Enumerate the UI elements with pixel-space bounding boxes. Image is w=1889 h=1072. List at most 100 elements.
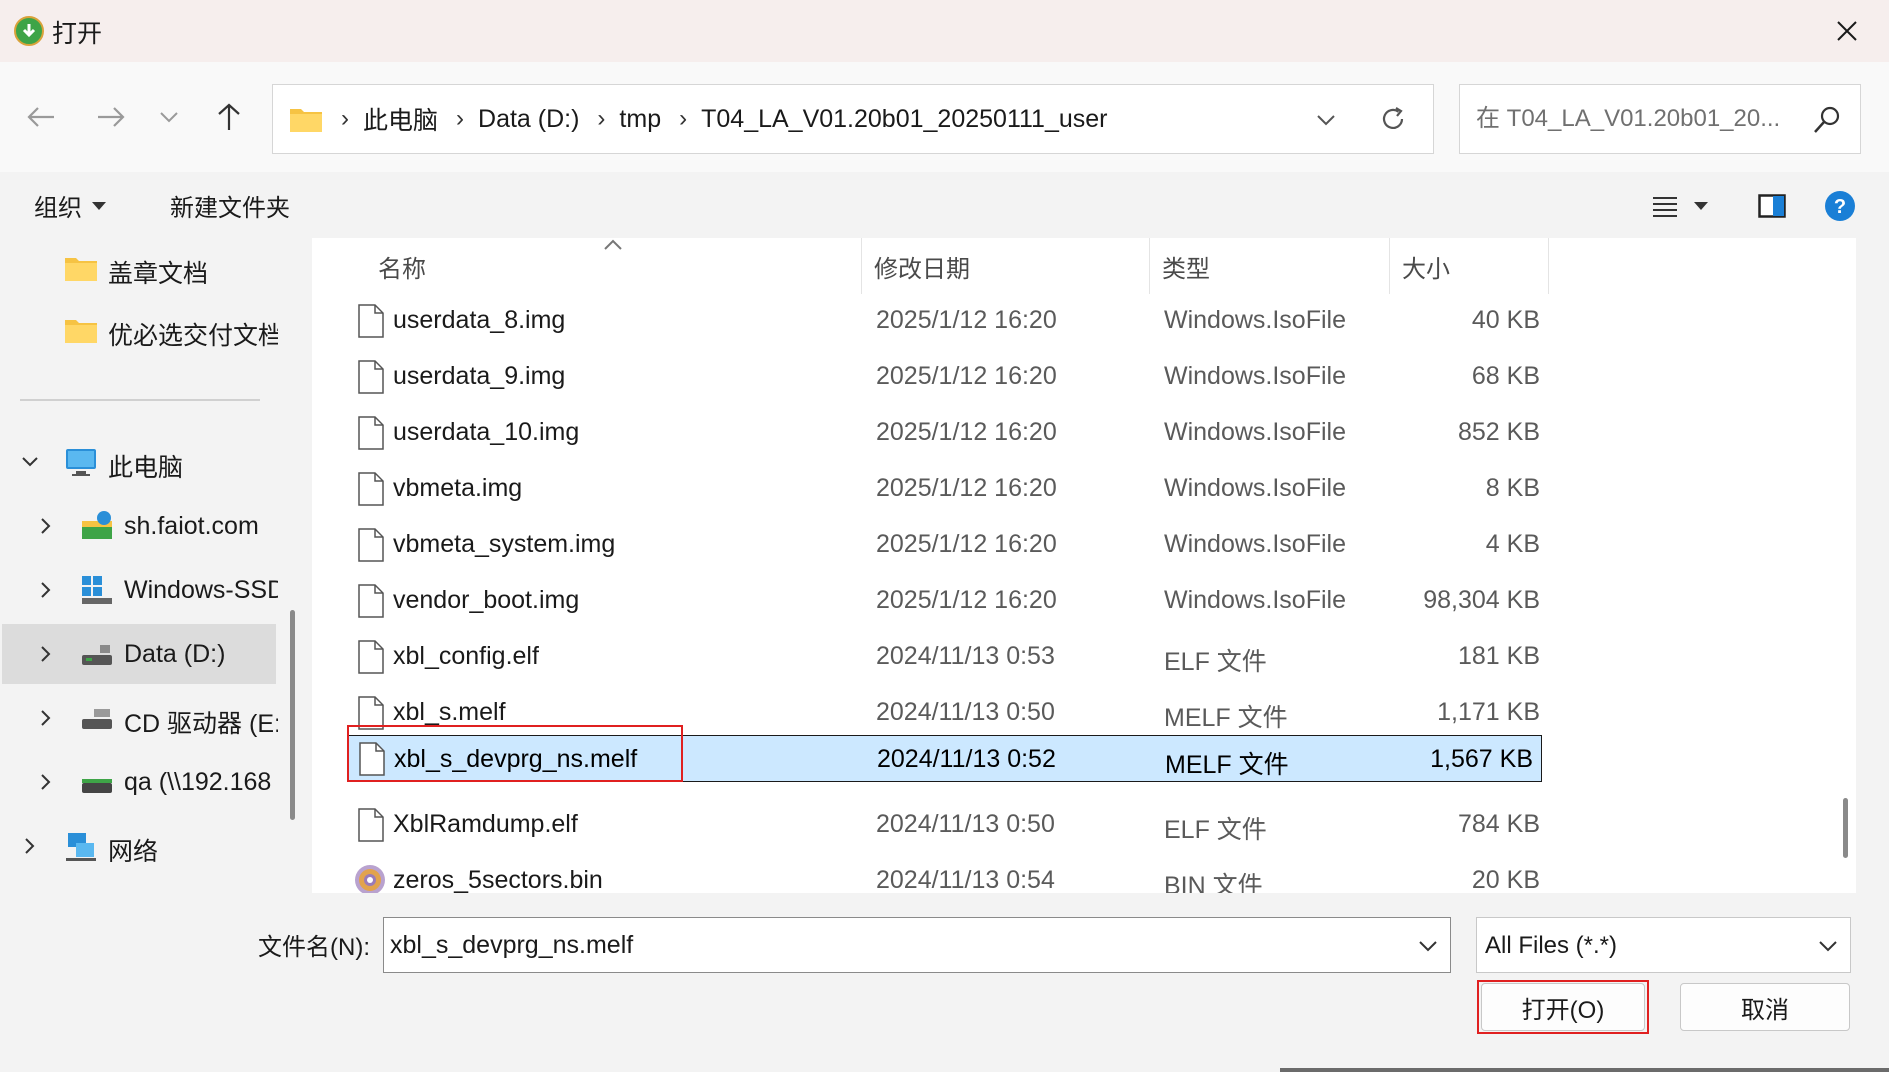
help-button[interactable]: ? [1820,186,1860,226]
arrow-up-icon [218,103,240,130]
column-header-date[interactable]: 修改日期 [874,238,1144,294]
file-icon [358,584,384,618]
chevron-right-icon[interactable] [20,836,40,856]
arrow-left-icon [27,107,54,127]
network-share-icon [82,779,112,793]
help-icon: ? [1825,191,1855,221]
file-name: vbmeta.img [393,474,523,502]
search-box[interactable] [1459,84,1861,154]
file-size: 8 KB [1485,474,1540,502]
preview-pane-button[interactable] [1752,186,1792,226]
file-size: 852 KB [1457,418,1540,446]
file-icon [358,640,384,674]
table-row[interactable]: userdata_8.img 2025/1/12 16:20 Windows.I… [348,294,1548,350]
table-row[interactable]: vbmeta_system.img 2025/1/12 16:20 Window… [348,518,1548,574]
address-bar[interactable]: › 此电脑 › Data (D:) › tmp › T04_LA_V01.20b… [272,84,1434,154]
breadcrumb-tmp[interactable]: tmp [619,105,661,134]
column-divider[interactable] [861,238,862,294]
column-header-size[interactable]: 大小 [1402,238,1552,294]
table-row[interactable]: userdata_10.img 2025/1/12 16:20 Windows.… [348,406,1548,462]
up-button[interactable] [202,90,256,144]
nav-item-network[interactable]: 网络 [0,816,282,876]
file-date: 2025/1/12 16:20 [876,586,1057,614]
table-row[interactable]: zeros_5sectors.bin 2024/11/13 0:54 BIN 文… [348,854,1548,893]
nav-item-delivery-docs[interactable]: 优必选交付文档 [0,300,282,360]
file-type: Windows.IsoFile [1164,306,1346,334]
search-icon [1814,106,1840,133]
chevron-down-icon[interactable] [20,452,40,472]
file-type: MELF 文件 [1164,704,1288,732]
folder-icon [289,105,323,133]
nav-item-this-pc[interactable]: 此电脑 [0,432,282,492]
nav-item-qa-share[interactable]: qa (\\192.168 [0,752,282,812]
nav-divider [20,399,260,401]
nav-item-windows-ssd[interactable]: Windows-SSD [0,560,282,620]
table-row[interactable]: vbmeta.img 2025/1/12 16:20 Windows.IsoFi… [348,462,1548,518]
table-row[interactable]: userdata_9.img 2025/1/12 16:20 Windows.I… [348,350,1548,406]
chevron-down-icon[interactable] [1416,934,1440,958]
column-divider[interactable] [1149,238,1150,294]
open-file-dialog: 打开 › 此电脑 › Data (D:) › tmp › T04_LA_V01.… [0,0,1889,1072]
column-header-name[interactable]: 名称 [378,238,778,294]
breadcrumb-data-drive[interactable]: Data (D:) [478,105,579,134]
change-view-button[interactable] [1640,186,1720,226]
file-date: 2025/1/12 16:20 [876,474,1057,502]
caret-down-icon [1694,202,1708,210]
cancel-button[interactable]: 取消 [1680,983,1850,1031]
breadcrumb-current-folder[interactable]: T04_LA_V01.20b01_20250111_user [701,105,1107,134]
back-button[interactable] [14,90,68,144]
file-icon [358,528,384,562]
forward-button[interactable] [84,90,138,144]
file-icon [358,304,384,338]
table-row[interactable]: vendor_boot.img 2025/1/12 16:20 Windows.… [348,574,1548,630]
nav-scrollbar[interactable] [290,610,295,820]
file-size: 1,171 KB [1437,698,1540,726]
column-divider[interactable] [1389,238,1390,294]
table-row[interactable]: xbl_s.melf 2024/11/13 0:50 MELF 文件 1,171… [348,686,1548,742]
nav-item-cd-drive[interactable]: CD 驱动器 (E:) [0,688,282,748]
close-button[interactable] [1819,8,1875,54]
chevron-right-icon[interactable] [36,516,56,536]
chevron-right-icon[interactable] [36,580,56,600]
chevron-right-icon[interactable] [36,708,56,728]
filename-combobox[interactable] [383,917,1451,973]
breadcrumb-this-pc[interactable]: 此电脑 [363,101,438,137]
cancel-button-label: 取消 [1741,996,1789,1024]
column-divider[interactable] [1548,238,1549,294]
chevron-down-icon [1317,115,1335,126]
cd-drive-icon [82,709,112,729]
nav-item-sh-faiot[interactable]: sh.faiot.com [0,496,282,556]
chevron-right-icon[interactable] [36,772,56,792]
file-type: ELF 文件 [1164,648,1267,676]
organize-button[interactable]: 组织 [34,188,106,223]
file-type-filter[interactable]: All Files (*.*) [1476,917,1851,973]
chevron-right-icon[interactable] [36,644,56,664]
file-type-filter-value: All Files (*.*) [1485,932,1618,959]
nav-item-data-drive[interactable]: Data (D:) [2,624,276,684]
disc-image-icon [355,865,385,893]
file-size: 98,304 KB [1423,586,1540,614]
file-list-scrollbar[interactable] [1843,798,1848,858]
nav-item-stamped-docs[interactable]: 盖章文档 [0,238,282,298]
table-row[interactable]: xbl_config.elf 2024/11/13 0:53 ELF 文件 18… [348,630,1548,686]
table-row-selected[interactable]: xbl_s_devprg_ns.melf 2024/11/13 0:52 MEL… [348,735,1542,782]
recent-locations-button[interactable] [144,90,194,144]
nav-label: Windows-SSD [124,576,278,604]
new-folder-button[interactable]: 新建文件夹 [170,188,290,223]
new-folder-label: 新建文件夹 [170,195,290,222]
chevron-down-icon [160,112,178,123]
file-name: xbl_s_devprg_ns.melf [394,745,638,773]
search-input[interactable] [1476,99,1806,139]
file-size: 1,567 KB [1430,745,1533,773]
dialog-title: 打开 [52,20,103,48]
file-name: userdata_8.img [393,306,566,334]
refresh-button[interactable] [1373,99,1413,139]
column-header-type[interactable]: 类型 [1162,238,1382,294]
file-size: 784 KB [1457,810,1540,838]
address-history-dropdown[interactable] [1309,103,1343,137]
filename-input[interactable] [390,926,1390,964]
table-row[interactable]: XblRamdump.elf 2024/11/13 0:50 ELF 文件 78… [348,798,1548,854]
open-button[interactable]: 打开(O) [1481,983,1645,1031]
nav-label: 盖章文档 [108,260,209,288]
file-date: 2024/11/13 0:50 [876,698,1055,726]
